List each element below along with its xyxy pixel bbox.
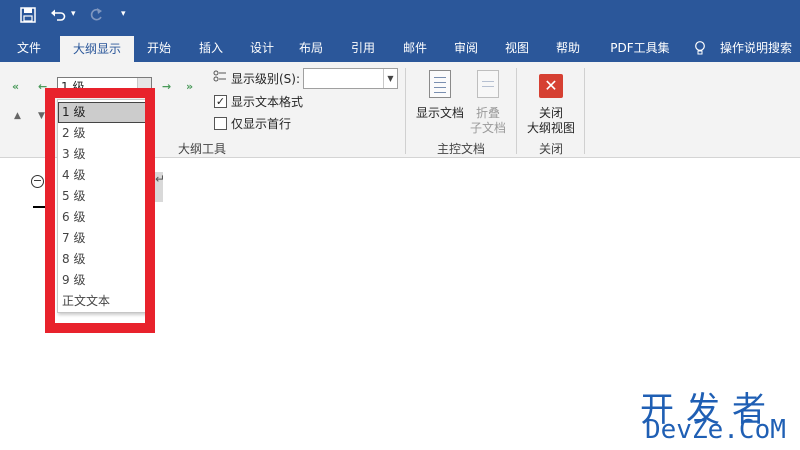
lightbulb-icon[interactable]: [694, 41, 706, 56]
tab-design[interactable]: 设计: [240, 34, 284, 62]
tab-mailings[interactable]: 邮件: [393, 34, 437, 62]
demote-to-body-icon[interactable]: »: [186, 80, 193, 93]
tab-references[interactable]: 引用: [342, 34, 384, 62]
demote-icon[interactable]: →: [162, 80, 171, 93]
show-level-label: 显示级别(S):: [231, 72, 301, 86]
outline-collapse-icon[interactable]: −: [31, 175, 44, 188]
outline-tools-group-label: 大纲工具: [178, 142, 227, 156]
close-group-label: 关闭: [539, 142, 564, 156]
show-document-icon[interactable]: [429, 70, 451, 98]
move-down-icon[interactable]: ▼: [38, 111, 45, 121]
watermark-en: DevZe.CoM: [645, 415, 786, 445]
close-outline-view-label-2[interactable]: 大纲视图: [527, 119, 575, 136]
move-up-icon[interactable]: ▲: [14, 111, 21, 121]
undo-dropdown-icon[interactable]: ▾: [71, 9, 76, 19]
ribbon-tabs: 文件 大纲显示 开始 插入 设计 布局 引用 邮件 审阅 视图 帮助 PDF工具…: [0, 34, 800, 62]
title-bar: ▾ ▾: [0, 0, 800, 34]
show-text-format-checkbox[interactable]: ✓: [214, 95, 227, 108]
undo-icon[interactable]: [50, 7, 66, 28]
collapse-subdocuments-icon[interactable]: [477, 70, 499, 98]
tab-view[interactable]: 视图: [495, 34, 539, 62]
tell-me-search[interactable]: 操作说明搜索: [714, 34, 798, 62]
paragraph-mark: ↵: [155, 172, 166, 186]
tab-outline[interactable]: 大纲显示: [60, 36, 134, 62]
show-text-format-label[interactable]: 显示文本格式: [231, 93, 303, 110]
tab-home[interactable]: 开始: [138, 34, 180, 62]
show-level-combo[interactable]: ▼: [303, 68, 398, 89]
tab-file[interactable]: 文件: [6, 34, 52, 62]
tab-pdf-tools[interactable]: PDF工具集: [600, 34, 680, 62]
collapse-subdocuments-label-2[interactable]: 子文档: [470, 119, 506, 136]
master-document-group-label: 主控文档: [437, 142, 486, 156]
group-divider: [584, 68, 585, 154]
group-divider: [405, 68, 406, 154]
tab-insert[interactable]: 插入: [190, 34, 232, 62]
redo-icon[interactable]: [88, 7, 104, 28]
tab-help[interactable]: 帮助: [546, 34, 590, 62]
show-document-button[interactable]: 显示文档: [416, 104, 464, 121]
save-icon[interactable]: [20, 7, 36, 28]
show-level-icon: [213, 70, 227, 87]
highlight-annotation-box: [45, 88, 155, 333]
customize-icon[interactable]: ▾: [121, 9, 126, 19]
group-divider: [516, 68, 517, 154]
promote-to-heading1-icon[interactable]: «: [12, 80, 19, 93]
show-first-line-checkbox[interactable]: [214, 117, 227, 130]
tab-review[interactable]: 审阅: [444, 34, 488, 62]
tab-layout[interactable]: 布局: [290, 34, 332, 62]
close-icon[interactable]: ✕: [539, 74, 563, 98]
chevron-down-icon[interactable]: ▼: [383, 69, 397, 88]
show-first-line-label[interactable]: 仅显示首行: [231, 115, 291, 132]
